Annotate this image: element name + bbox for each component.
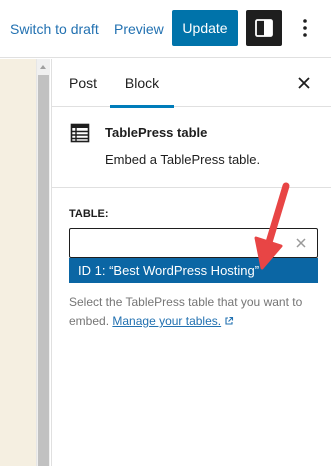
- external-link-icon: [225, 316, 234, 325]
- close-sidebar-button[interactable]: [292, 71, 316, 95]
- editor-canvas[interactable]: [0, 59, 36, 466]
- block-card: TablePress table Embed a TablePress tabl…: [52, 108, 331, 188]
- close-icon: [296, 238, 306, 248]
- close-icon: [298, 77, 310, 89]
- block-title: TablePress table: [105, 125, 208, 140]
- sidebar-tabs: Post Block: [52, 59, 331, 108]
- editor-header: Switch to draft Preview Update: [0, 0, 331, 58]
- table-help-text: Select the TablePress table that you wan…: [69, 293, 319, 331]
- preview-button[interactable]: Preview: [114, 19, 164, 39]
- manage-tables-link-label: Manage your tables.: [112, 314, 222, 328]
- block-description: Embed a TablePress table.: [105, 152, 261, 167]
- table-field-label: TABLE:: [69, 208, 109, 220]
- tab-block[interactable]: Block: [110, 59, 174, 108]
- tab-post[interactable]: Post: [69, 59, 97, 107]
- settings-toggle-button[interactable]: [246, 10, 282, 46]
- settings-sidebar: Post Block TablePress table Embed a Tabl…: [51, 59, 331, 466]
- scrollbar-thumb[interactable]: [38, 75, 49, 466]
- table-icon: [70, 123, 90, 143]
- more-vertical-icon: [303, 19, 307, 37]
- manage-tables-link[interactable]: Manage your tables.: [112, 314, 234, 328]
- scroll-up-arrow-icon[interactable]: [38, 62, 48, 72]
- table-suggestion-option[interactable]: ID 1: “Best WordPress Hosting”: [69, 258, 318, 283]
- switch-to-draft-button[interactable]: Switch to draft: [10, 19, 99, 39]
- more-options-button[interactable]: [293, 14, 317, 42]
- sidebar-panel-icon: [255, 19, 273, 37]
- clear-selection-button[interactable]: [292, 234, 310, 252]
- update-button[interactable]: Update: [172, 10, 238, 46]
- table-combobox-input[interactable]: [69, 228, 318, 258]
